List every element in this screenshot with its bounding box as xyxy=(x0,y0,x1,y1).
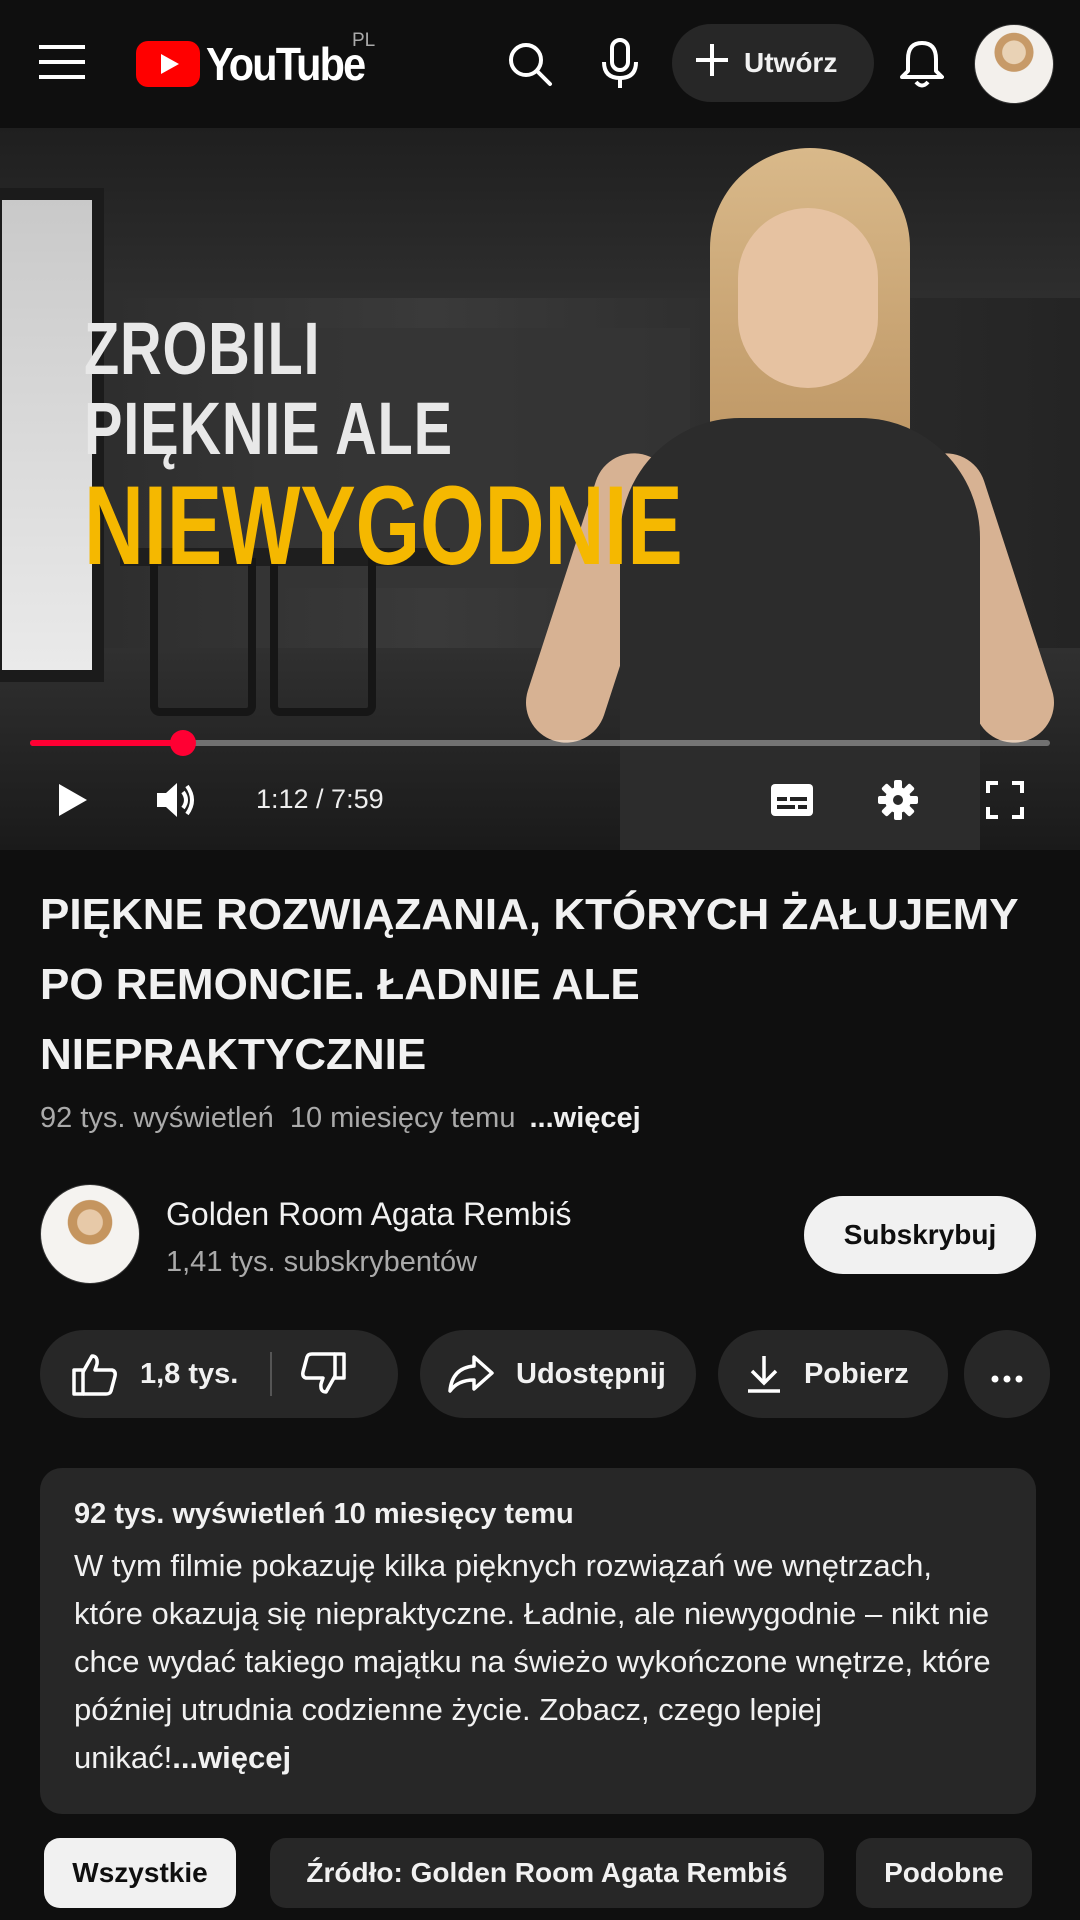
create-button[interactable]: Utwórz xyxy=(672,24,874,102)
more-horizontal-icon xyxy=(991,1358,1023,1391)
subscriber-count: 1,41 tys. subskrybentów xyxy=(166,1246,478,1278)
subscribe-button[interactable]: Subskrybuj xyxy=(804,1196,1036,1274)
description-more-link[interactable]: ...więcej xyxy=(172,1740,291,1775)
youtube-logo[interactable]: YouTube xyxy=(136,36,382,92)
video-player[interactable]: ZROBILI PIĘKNIE ALE NIEWYGODNIE 1:12 / 7… xyxy=(0,128,1080,850)
progress-scrubber[interactable] xyxy=(170,730,196,756)
plus-icon xyxy=(694,42,730,85)
more-actions-button[interactable] xyxy=(964,1330,1050,1418)
share-label: Udostępnij xyxy=(516,1357,666,1390)
view-count: 92 tys. wyświetleń xyxy=(40,1102,274,1134)
create-label: Utwórz xyxy=(744,47,838,78)
logo-text: YouTube xyxy=(206,38,366,90)
thumbnail-line-2: PIĘKNIE ALE xyxy=(84,387,453,470)
region-code: PL xyxy=(352,30,376,51)
thumbs-up-icon[interactable] xyxy=(72,1352,118,1396)
description-text: W tym filmie pokazuję kilka pięknych roz… xyxy=(74,1542,1004,1782)
like-separator xyxy=(270,1352,273,1396)
bell-icon[interactable] xyxy=(892,34,952,94)
chip-source-channel[interactable]: Źródło: Golden Room Agata Rembiś xyxy=(270,1838,824,1908)
search-icon[interactable] xyxy=(500,38,560,90)
like-count[interactable]: 1,8 tys. xyxy=(140,1358,238,1391)
download-icon xyxy=(746,1354,782,1394)
thumbnail-headline: ZROBILI PIĘKNIE ALE NIEWYGODNIE xyxy=(84,312,893,582)
time-display: 1:12 / 7:59 xyxy=(256,784,384,814)
top-bar: YouTube PL Utwórz xyxy=(0,0,1080,128)
progress-fill xyxy=(30,740,183,746)
progress-bar[interactable] xyxy=(30,730,1050,756)
settings-gear-icon[interactable] xyxy=(872,774,924,826)
video-title[interactable]: PIĘKNE ROZWIĄZANIA, KTÓRYCH ŻAŁUJEMY PO … xyxy=(40,880,1020,1090)
channel-name[interactable]: Golden Room Agata Rembiś xyxy=(166,1196,572,1233)
download-button[interactable]: Pobierz xyxy=(718,1330,948,1418)
thumbnail-line-1: ZROBILI xyxy=(84,307,321,390)
mic-icon[interactable] xyxy=(592,36,648,92)
description-meta: 92 tys. wyświetleń 10 miesięcy temu xyxy=(74,1498,574,1530)
play-icon[interactable] xyxy=(50,776,96,824)
chip-related[interactable]: Podobne xyxy=(856,1838,1032,1908)
account-avatar[interactable] xyxy=(974,24,1054,104)
thumbs-down-icon[interactable] xyxy=(300,1352,347,1396)
channel-avatar[interactable] xyxy=(40,1184,140,1284)
fullscreen-icon[interactable] xyxy=(980,774,1030,826)
share-arrow-icon xyxy=(448,1355,494,1393)
description-box[interactable]: 92 tys. wyświetleń 10 miesięcy temu W ty… xyxy=(40,1468,1036,1814)
chip-all[interactable]: Wszystkie xyxy=(44,1838,236,1908)
video-meta[interactable]: 92 tys. wyświetleń 10 miesięcy temu ...wi… xyxy=(40,1102,641,1135)
captions-icon[interactable] xyxy=(766,776,818,824)
youtube-logo-icon xyxy=(136,41,200,87)
volume-icon[interactable] xyxy=(152,776,202,824)
download-label: Pobierz xyxy=(804,1357,909,1390)
menu-icon[interactable] xyxy=(36,40,88,84)
like-dislike-group: 1,8 tys. xyxy=(40,1330,398,1418)
share-button[interactable]: Udostępnij xyxy=(420,1330,696,1418)
upload-age: 10 miesięcy temu xyxy=(289,1102,516,1134)
thumbnail-line-3: NIEWYGODNIE xyxy=(84,463,683,588)
more-link[interactable]: ...więcej xyxy=(529,1102,640,1134)
